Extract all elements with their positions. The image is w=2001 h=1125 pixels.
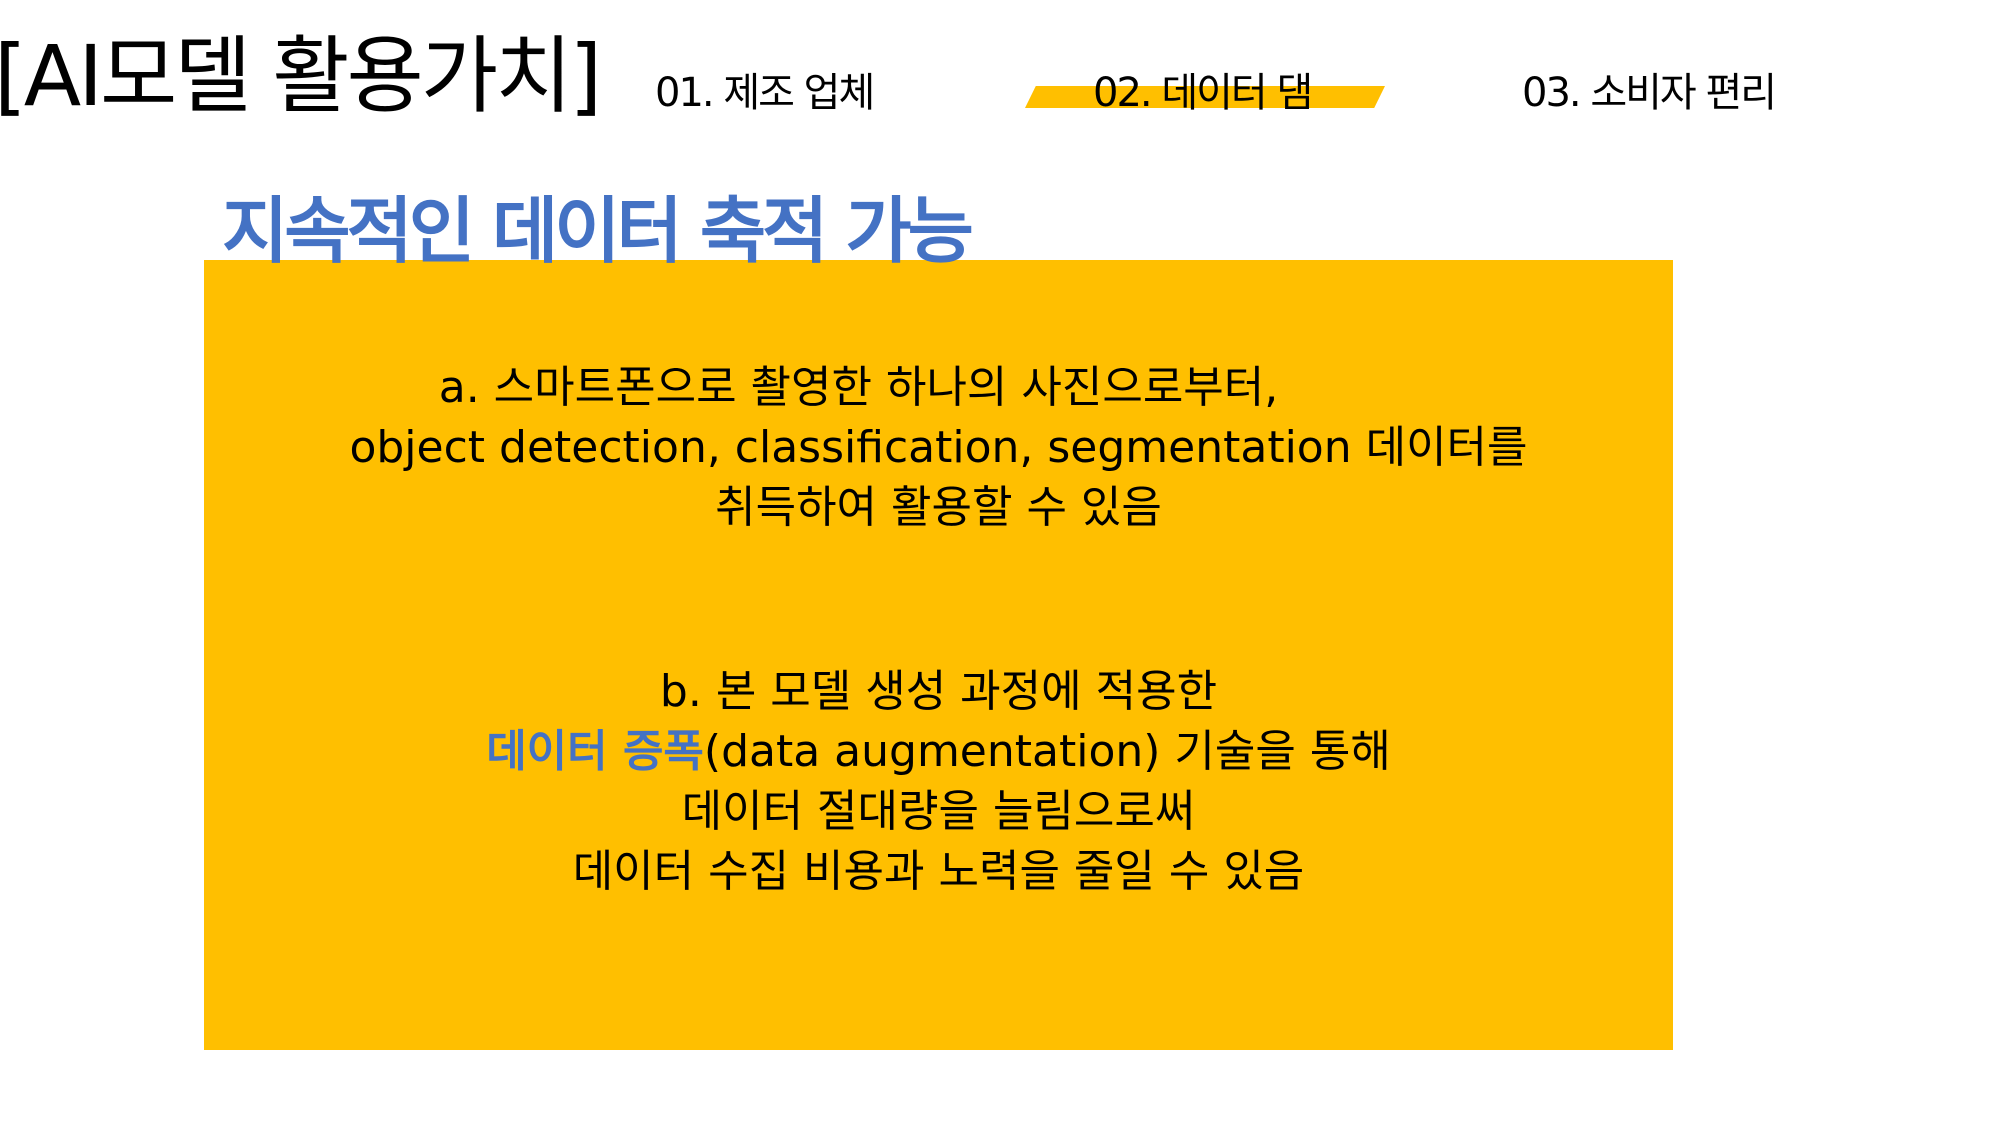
paragraph-b: b. 본 모델 생성 과정에 적용한 데이터 증폭(data augmentat…: [204, 662, 1673, 902]
tab-label: 01. 제조 업체: [655, 70, 875, 116]
paragraph-line: b. 본 모델 생성 과정에 적용한: [659, 666, 1218, 717]
tab-label: 03. 소비자 편리: [1522, 70, 1777, 116]
page-title: [AI모델 활용가치]: [0, 27, 602, 125]
paragraph-line: a. 스마트폰으로 촬영한 하나의 사진으로부터,: [438, 362, 1279, 413]
tab-data-dam[interactable]: 02. 데이터 댐: [1093, 60, 1313, 118]
paragraph-line: 데이터 수집 비용과 노력을 줄일 수 있음: [572, 846, 1305, 897]
paragraph-text: (data augmentation) 기술을 통해: [703, 726, 1391, 777]
section-heading: 지속적인 데이터 축적 가능: [222, 189, 974, 273]
paragraph-line: 취득하여 활용할 수 있음: [715, 482, 1162, 533]
tab-manufacturer[interactable]: 01. 제조 업체: [655, 60, 875, 118]
tab-label: 02. 데이터 댐: [1093, 70, 1313, 116]
tab-consumer-convenience[interactable]: 03. 소비자 편리: [1522, 60, 1777, 118]
highlight-term: 데이터 증폭: [486, 726, 704, 777]
paragraph-line: object detection, classification, segmen…: [349, 422, 1528, 473]
paragraph-line-with-highlight: 데이터 증폭(data augmentation) 기술을 통해: [204, 722, 1673, 782]
paragraph-line: 데이터 절대량을 늘림으로써: [681, 786, 1196, 837]
paragraph-a: a. 스마트폰으로 촬영한 하나의 사진으로부터, object detecti…: [204, 358, 1673, 538]
